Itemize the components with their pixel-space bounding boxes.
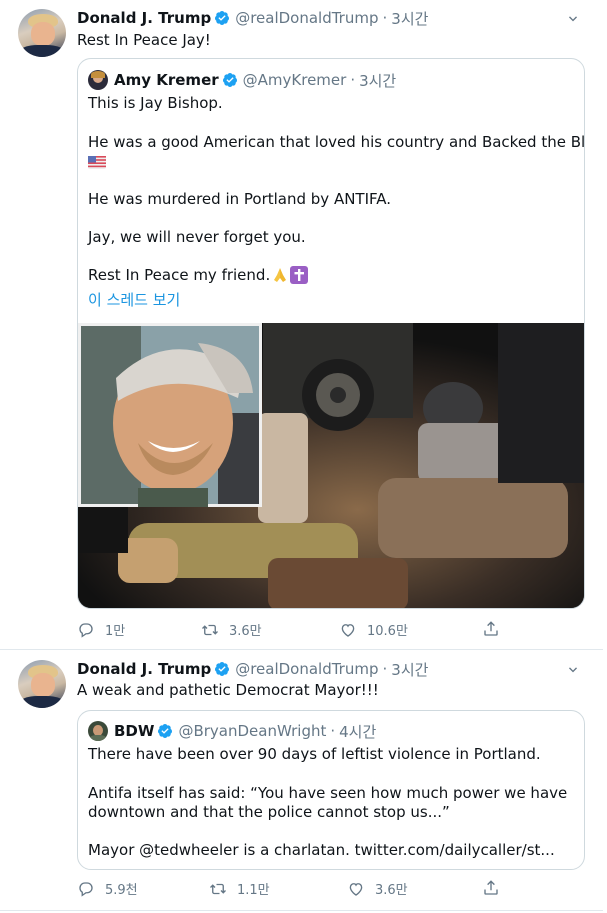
author-handle[interactable]: @realDonaldTrump	[235, 9, 378, 27]
separator-dot: ·	[382, 660, 388, 678]
quoted-author-name: Amy Kremer	[114, 71, 219, 89]
quoted-text-line: This is Jay Bishop.	[88, 94, 223, 112]
quoted-text-line: He was murdered in Portland by ANTIFA.	[88, 190, 392, 208]
chevron-down-icon[interactable]	[565, 662, 581, 678]
tweet[interactable]: Donald J. Trump @realDonaldTrump · 3시간 R…	[0, 0, 603, 650]
quoted-text-line: downtown and that the police cannot stop…	[88, 803, 450, 821]
quoted-tweet-header: Amy Kremer @AmyKremer · 3시간	[88, 70, 396, 90]
separator-dot: ·	[330, 722, 336, 740]
reply-count: 5.9천	[105, 883, 138, 898]
quoted-text-line: Antifa itself has said: “You have seen h…	[88, 784, 568, 802]
heart-icon	[349, 882, 363, 896]
author-name[interactable]: Donald J. Trump	[77, 660, 211, 678]
reply-icon	[79, 881, 93, 897]
quoted-tweet-header: BDW @BryanDeanWright · 4시간	[88, 721, 376, 741]
share-button[interactable]	[482, 879, 510, 897]
separator-dot: ·	[382, 9, 388, 27]
reply-count: 1만	[105, 624, 126, 639]
retweet-button[interactable]: 3.6만	[201, 620, 262, 639]
like-button[interactable]: 10.6만	[339, 620, 408, 639]
quoted-timestamp: 3시간	[359, 71, 397, 90]
quoted-tweet[interactable]: BDW @BryanDeanWright · 4시간 There have be…	[77, 710, 585, 870]
quoted-timestamp: 4시간	[339, 722, 377, 741]
tweet-actions: 1만 3.6만 10.6만	[77, 620, 517, 640]
author-handle[interactable]: @realDonaldTrump	[235, 660, 378, 678]
tweet-actions: 5.9천 1.1만 3.6만	[77, 879, 517, 899]
reply-icon	[79, 622, 93, 638]
retweet-button[interactable]: 1.1만	[209, 879, 270, 898]
reply-button[interactable]: 1만	[77, 620, 125, 639]
share-icon	[484, 621, 498, 636]
quoted-avatar	[88, 70, 108, 90]
heart-icon	[341, 623, 355, 637]
quoted-author-name: BDW	[114, 722, 155, 740]
quoted-text-line: He was a good American that loved his co…	[88, 133, 585, 151]
timestamp[interactable]: 3시간	[391, 659, 428, 680]
reply-button[interactable]: 5.9천	[77, 879, 138, 898]
tweet[interactable]: Donald J. Trump @realDonaldTrump · 3시간 A…	[0, 650, 603, 911]
share-icon	[484, 880, 498, 895]
quoted-tweet[interactable]: Amy Kremer @AmyKremer · 3시간 This is Jay …	[77, 58, 585, 609]
chevron-down-icon[interactable]	[565, 11, 581, 27]
quoted-text-line: There have been over 90 days of leftist …	[88, 745, 541, 763]
avatar[interactable]	[18, 660, 66, 708]
like-count: 3.6만	[375, 883, 408, 898]
verified-badge-icon	[222, 73, 237, 87]
retweet-icon	[210, 883, 226, 894]
quoted-text-line-with-emoji: Rest In Peace my friend.	[88, 266, 309, 284]
retweet-count: 3.6만	[229, 624, 262, 639]
tweet-header: Donald J. Trump @realDonaldTrump · 3시간	[77, 659, 428, 679]
avatar[interactable]	[18, 9, 66, 57]
like-count: 10.6만	[367, 624, 408, 639]
timestamp[interactable]: 3시간	[391, 8, 428, 29]
quoted-text-line: Mayor @tedwheeler is a charlatan. twitte…	[88, 841, 555, 859]
latin-cross-icon	[290, 266, 309, 284]
attached-photo[interactable]	[78, 323, 584, 608]
retweet-count: 1.1만	[237, 883, 270, 898]
us-flag-icon	[88, 152, 106, 170]
show-thread-link[interactable]: 이 스레드 보기	[88, 289, 180, 310]
tweet-text: Rest In Peace Jay!	[77, 31, 211, 49]
quoted-author-handle: @BryanDeanWright	[178, 722, 327, 740]
praying-hands-icon	[274, 268, 287, 282]
tweet-header: Donald J. Trump @realDonaldTrump · 3시간	[77, 8, 428, 28]
verified-badge-icon	[158, 724, 173, 738]
share-button[interactable]	[482, 620, 510, 638]
separator-dot: ·	[350, 71, 356, 89]
photo-image	[78, 323, 584, 608]
author-name[interactable]: Donald J. Trump	[77, 9, 211, 27]
retweet-icon	[202, 624, 218, 635]
like-button[interactable]: 3.6만	[347, 879, 408, 898]
verified-badge-icon	[215, 662, 230, 676]
quoted-author-handle: @AmyKremer	[242, 71, 347, 89]
quoted-text-line: Rest In Peace my friend.	[88, 266, 271, 284]
quoted-text-line: Jay, we will never forget you.	[88, 228, 306, 246]
verified-badge-icon	[215, 11, 230, 25]
quoted-avatar	[88, 721, 108, 741]
tweet-text: A weak and pathetic Democrat Mayor!!!	[77, 681, 379, 699]
